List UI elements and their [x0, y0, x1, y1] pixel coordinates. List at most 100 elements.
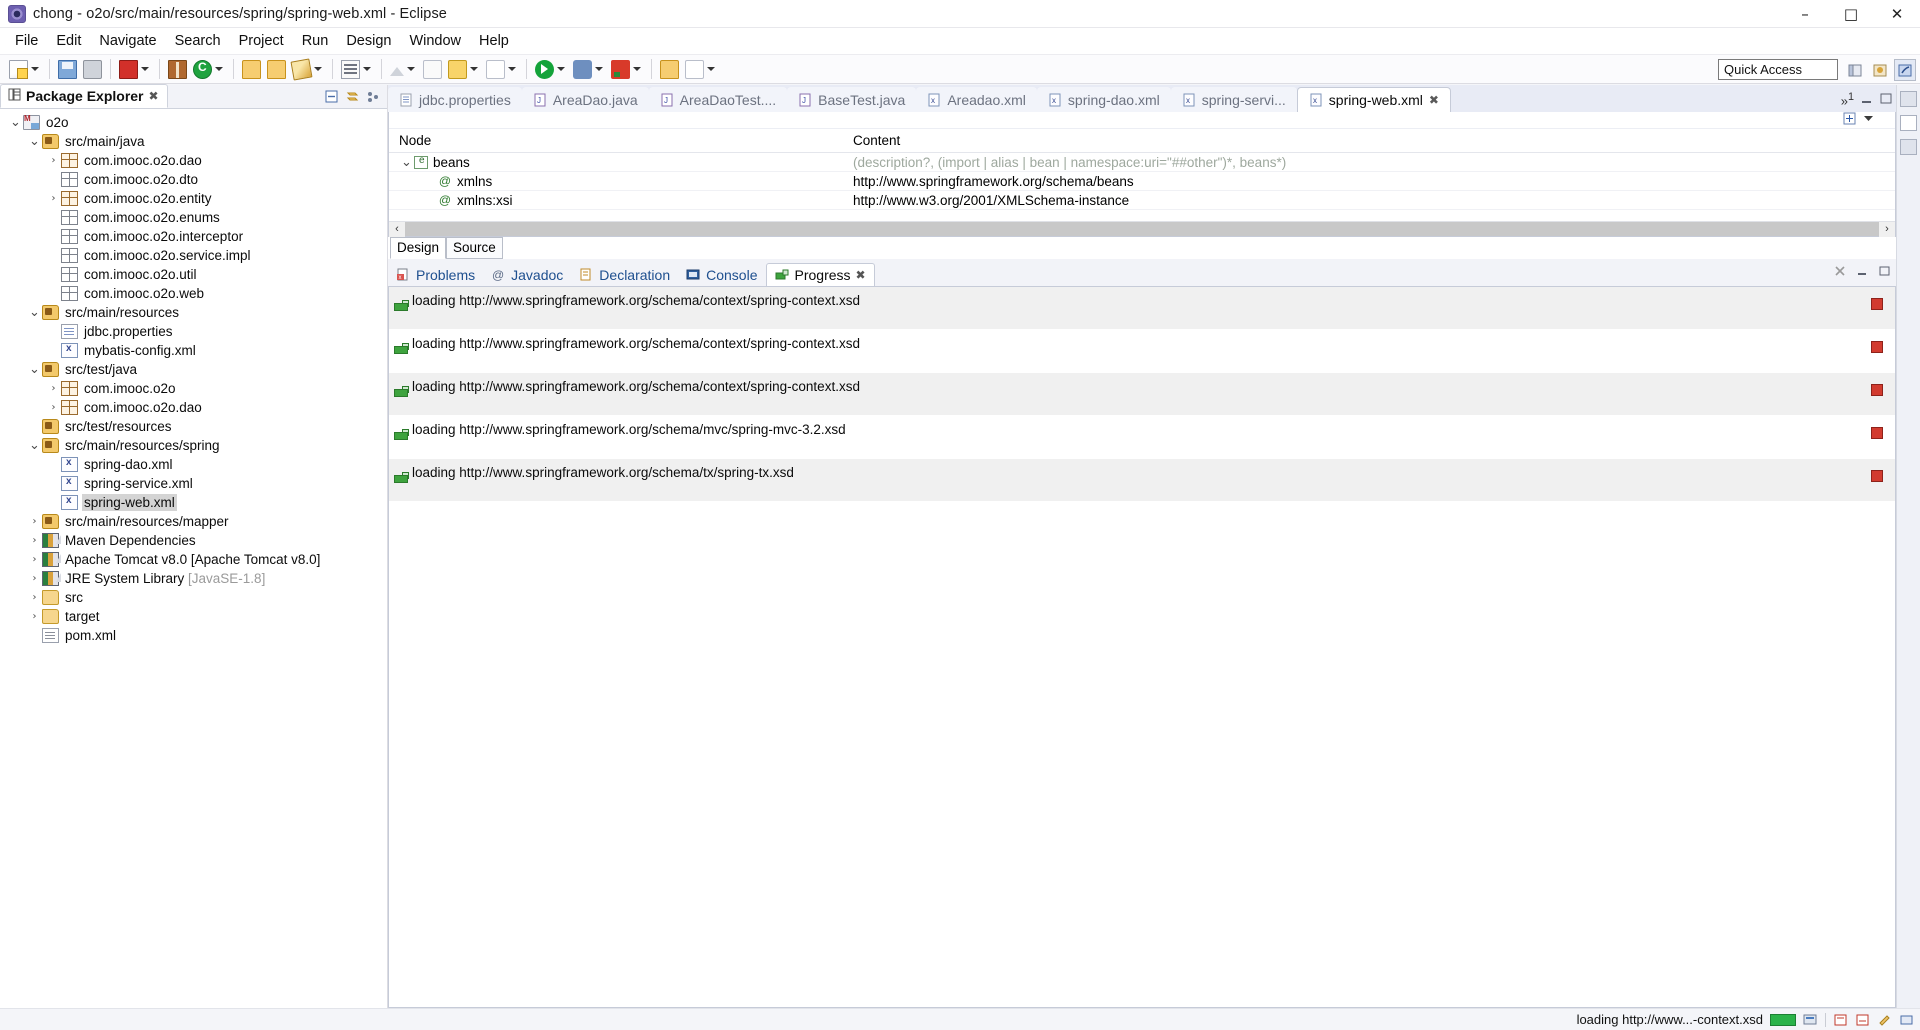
progress-item[interactable]: loading http://www.springframework.org/s…: [389, 373, 1895, 416]
tree-item[interactable]: › com.imooc.o2o.entity: [0, 189, 387, 208]
tree-item[interactable]: com.imooc.o2o.web: [0, 284, 387, 303]
chevron-right-icon[interactable]: ›: [46, 155, 61, 166]
minimize-button[interactable]: –: [1782, 0, 1828, 28]
tree-item[interactable]: ⌄ src/test/java: [0, 360, 387, 379]
chevron-down-icon[interactable]: ⌄: [8, 116, 23, 129]
column-header-node[interactable]: Node: [389, 133, 851, 148]
callout-grey-button[interactable]: [483, 56, 521, 82]
tree-item[interactable]: spring-web.xml: [0, 493, 387, 512]
insert-mode-icon[interactable]: [1855, 1013, 1870, 1027]
progress-item[interactable]: loading http://www.springframework.org/s…: [389, 459, 1895, 502]
tree-item[interactable]: › JRE System Library [JavaSE-1.8]: [0, 569, 387, 588]
book-button[interactable]: [165, 56, 190, 82]
tree-item[interactable]: › src: [0, 588, 387, 607]
collapse-all-icon[interactable]: [324, 89, 341, 106]
chevron-down-icon[interactable]: [508, 67, 516, 71]
editor-tab[interactable]: jdbc.properties: [388, 87, 522, 112]
tree-item[interactable]: ⌄ o2o: [0, 113, 387, 132]
chevron-down-icon[interactable]: [595, 67, 603, 71]
stop-button[interactable]: [1871, 341, 1883, 353]
tree-item[interactable]: com.imooc.o2o.dto: [0, 170, 387, 189]
background-operations-icon[interactable]: [1803, 1013, 1818, 1027]
pencil-button[interactable]: [289, 56, 327, 82]
up-button[interactable]: [387, 56, 420, 82]
new-wizard-button[interactable]: [6, 56, 44, 82]
java-perspective-button[interactable]: [1894, 59, 1916, 81]
editor-expand-icon[interactable]: [1843, 112, 1856, 128]
bottom-view-tab[interactable]: @ Javadoc: [483, 263, 571, 286]
tree-item[interactable]: jdbc.properties: [0, 322, 387, 341]
stop-button[interactable]: [1871, 470, 1883, 482]
menu-navigate[interactable]: Navigate: [90, 30, 165, 52]
chevron-right-icon[interactable]: ›: [27, 611, 42, 622]
editor-tab[interactable]: x spring-web.xml ✖: [1296, 87, 1451, 112]
debug-button[interactable]: [570, 56, 608, 82]
chevron-right-icon[interactable]: ›: [27, 592, 42, 603]
menu-file[interactable]: File: [6, 30, 47, 52]
save-button[interactable]: [55, 56, 80, 82]
callout-button[interactable]: [420, 56, 445, 82]
close-icon[interactable]: ✖: [1429, 93, 1439, 107]
bottom-view-tab[interactable]: Console: [678, 263, 765, 286]
view-menu-icon[interactable]: [366, 89, 383, 106]
progress-item[interactable]: loading http://www.springframework.org/s…: [389, 287, 1895, 330]
bottom-view-tab[interactable]: Progress ✖: [765, 263, 875, 286]
run-button[interactable]: [532, 56, 570, 82]
chevron-down-icon[interactable]: [557, 67, 565, 71]
editor-tabs-overflow[interactable]: »1: [1841, 91, 1854, 108]
close-button[interactable]: ✕: [1874, 0, 1920, 28]
stop-button[interactable]: [1871, 384, 1883, 396]
project-tree[interactable]: ⌄ o2o ⌄ src/main/java › com.imooc.o2o.dao com.…: [0, 109, 387, 1008]
misc1-button[interactable]: [657, 56, 682, 82]
editor-horizontal-scrollbar[interactable]: ‹ ›: [389, 221, 1895, 237]
chevron-down-icon[interactable]: [470, 67, 478, 71]
tree-item[interactable]: pom.xml: [0, 626, 387, 645]
tree-item[interactable]: › com.imooc.o2o.dao: [0, 398, 387, 417]
chevron-right-icon[interactable]: ›: [27, 516, 42, 527]
progress-item[interactable]: loading http://www.springframework.org/s…: [389, 416, 1895, 459]
chevron-down-icon[interactable]: ⌄: [27, 363, 42, 376]
tree-item[interactable]: ⌄ src/main/resources: [0, 303, 387, 322]
chevron-right-icon[interactable]: ›: [27, 554, 42, 565]
bottom-view-tab[interactable]: x Problems: [388, 263, 483, 286]
tree-item[interactable]: › Maven Dependencies: [0, 531, 387, 550]
menu-run[interactable]: Run: [293, 30, 338, 52]
xml-table-row[interactable]: @ xmlns http://www.springframework.org/sch…: [389, 172, 1895, 191]
remove-all-icon[interactable]: [1833, 264, 1848, 282]
chevron-down-icon[interactable]: [215, 67, 223, 71]
xml-content-cell[interactable]: http://www.springframework.org/schema/be…: [851, 174, 1895, 189]
editor-tab[interactable]: J AreaDao.java: [521, 87, 649, 112]
menu-project[interactable]: Project: [230, 30, 293, 52]
close-icon[interactable]: ✖: [856, 268, 866, 282]
chevron-right-icon[interactable]: ›: [46, 193, 61, 204]
chevron-down-icon[interactable]: [407, 67, 415, 71]
chevron-right-icon[interactable]: ›: [27, 573, 42, 584]
column-header-content[interactable]: Content: [851, 133, 1895, 148]
tree-item[interactable]: ⌄ src/main/resources/spring: [0, 436, 387, 455]
print-button[interactable]: [80, 56, 105, 82]
chevron-down-icon[interactable]: ⌄: [27, 135, 42, 148]
tree-item[interactable]: com.imooc.o2o.util: [0, 265, 387, 284]
chevron-down-icon[interactable]: [363, 67, 371, 71]
outline-button[interactable]: [338, 56, 376, 82]
tree-item[interactable]: spring-dao.xml: [0, 455, 387, 474]
new-server-button[interactable]: [116, 56, 154, 82]
chevron-right-icon[interactable]: ›: [46, 383, 61, 394]
chevron-right-icon[interactable]: ›: [27, 535, 42, 546]
tree-item[interactable]: mybatis-config.xml: [0, 341, 387, 360]
minimize-editor-icon[interactable]: [1860, 92, 1874, 109]
open-folder-button[interactable]: [239, 56, 264, 82]
tree-item[interactable]: src/test/resources: [0, 417, 387, 436]
chevron-down-icon[interactable]: [707, 67, 715, 71]
minimize-icon[interactable]: [1855, 264, 1870, 282]
chevron-right-icon[interactable]: ›: [46, 402, 61, 413]
menu-design[interactable]: Design: [337, 30, 400, 52]
tree-item[interactable]: ⌄ src/main/java: [0, 132, 387, 151]
progress-item[interactable]: loading http://www.springframework.org/s…: [389, 330, 1895, 373]
tree-item[interactable]: › com.imooc.o2o.dao: [0, 151, 387, 170]
new-wizard-dropdown-icon[interactable]: [31, 67, 39, 71]
tree-item[interactable]: spring-service.xml: [0, 474, 387, 493]
stop-button[interactable]: [1871, 427, 1883, 439]
misc2-button[interactable]: [682, 56, 720, 82]
editor-tab[interactable]: x spring-dao.xml: [1036, 87, 1171, 112]
